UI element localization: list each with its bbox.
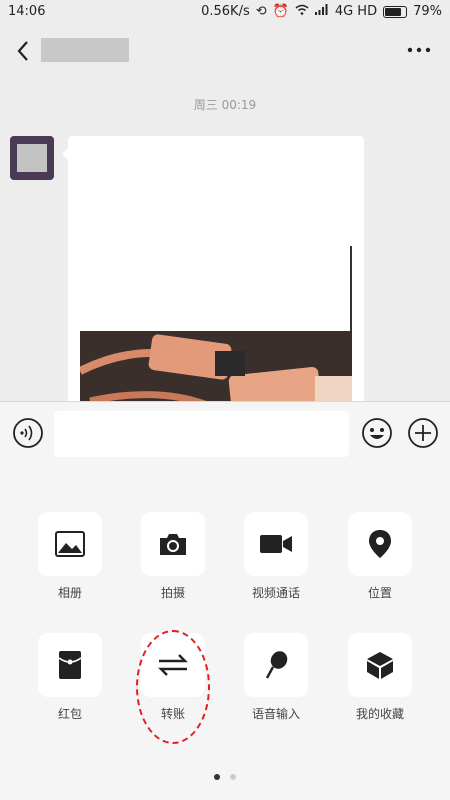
chat-title-redacted	[41, 38, 129, 62]
sync-icon: ⟲	[255, 4, 267, 19]
battery-icon	[383, 5, 408, 18]
chevron-left-icon	[17, 41, 28, 61]
camera-item[interactable]: 拍摄	[133, 512, 213, 601]
message-image[interactable]	[80, 331, 352, 401]
signal-icon	[314, 4, 329, 19]
wifi-icon	[295, 4, 309, 19]
title-bar	[0, 24, 450, 78]
more-icon	[407, 47, 431, 53]
cube-icon	[367, 652, 393, 679]
camera-label: 拍摄	[160, 586, 185, 600]
message-input[interactable]	[54, 411, 349, 457]
album-label: 相册	[57, 586, 82, 600]
location-label: 位置	[367, 586, 392, 600]
chat-area[interactable]: 周三 00:19	[0, 78, 450, 401]
voice-toggle-button[interactable]	[12, 417, 44, 449]
image-icon	[55, 531, 85, 557]
network-type: 4G HD	[334, 4, 378, 19]
microphone-icon	[265, 651, 288, 679]
avatar-image	[17, 144, 47, 172]
more-functions-button[interactable]	[407, 417, 439, 449]
status-bar: 14:06 0.56K/s ⟲ ⏰ 4G HD 79%	[0, 0, 450, 24]
red-packet-label: 红包	[57, 707, 82, 721]
camera-tile[interactable]	[141, 512, 205, 576]
emoji-button[interactable]	[361, 417, 393, 449]
favorites-tile[interactable]	[348, 633, 412, 697]
album-tile[interactable]	[38, 512, 102, 576]
favorites-item[interactable]: 我的收藏	[340, 633, 420, 722]
voice-input-tile[interactable]	[244, 633, 308, 697]
status-indicators: 0.56K/s ⟲ ⏰ 4G HD 79%	[201, 4, 442, 19]
voice-input-item[interactable]: 语音输入	[236, 633, 316, 722]
page-dot-1[interactable]	[214, 774, 220, 780]
message-timestamp: 周三 00:19	[193, 98, 257, 112]
message-bubble[interactable]	[62, 136, 364, 401]
location-item[interactable]: 位置	[340, 512, 420, 601]
status-time: 14:06	[8, 4, 46, 19]
alarm-icon: ⏰	[272, 4, 289, 19]
voice-icon	[13, 418, 43, 448]
favorites-label: 我的收藏	[355, 707, 404, 721]
input-bar	[0, 401, 450, 467]
battery-percent: 79%	[413, 4, 442, 19]
emoji-icon	[362, 418, 392, 448]
back-button[interactable]	[10, 36, 40, 66]
avatar[interactable]	[10, 136, 54, 180]
video-camera-icon	[260, 535, 292, 553]
page-dot-2[interactable]	[230, 774, 236, 780]
voice-input-label: 语音输入	[251, 707, 300, 721]
video-call-tile[interactable]	[244, 512, 308, 576]
video-call-item[interactable]: 视频通话	[236, 512, 316, 601]
cable-photo-image	[80, 331, 352, 401]
more-button[interactable]	[404, 40, 434, 60]
page-indicator	[0, 774, 450, 780]
red-packet-icon	[58, 651, 82, 679]
album-item[interactable]: 相册	[30, 512, 110, 601]
highlight-annotation	[136, 630, 210, 744]
plus-icon	[408, 418, 438, 448]
red-packet-tile[interactable]	[38, 633, 102, 697]
red-packet-item[interactable]: 红包	[30, 633, 110, 722]
location-pin-icon	[369, 530, 391, 558]
network-speed: 0.56K/s	[201, 4, 250, 19]
location-tile[interactable]	[348, 512, 412, 576]
camera-icon	[160, 534, 186, 555]
video-call-label: 视频通话	[251, 586, 300, 600]
